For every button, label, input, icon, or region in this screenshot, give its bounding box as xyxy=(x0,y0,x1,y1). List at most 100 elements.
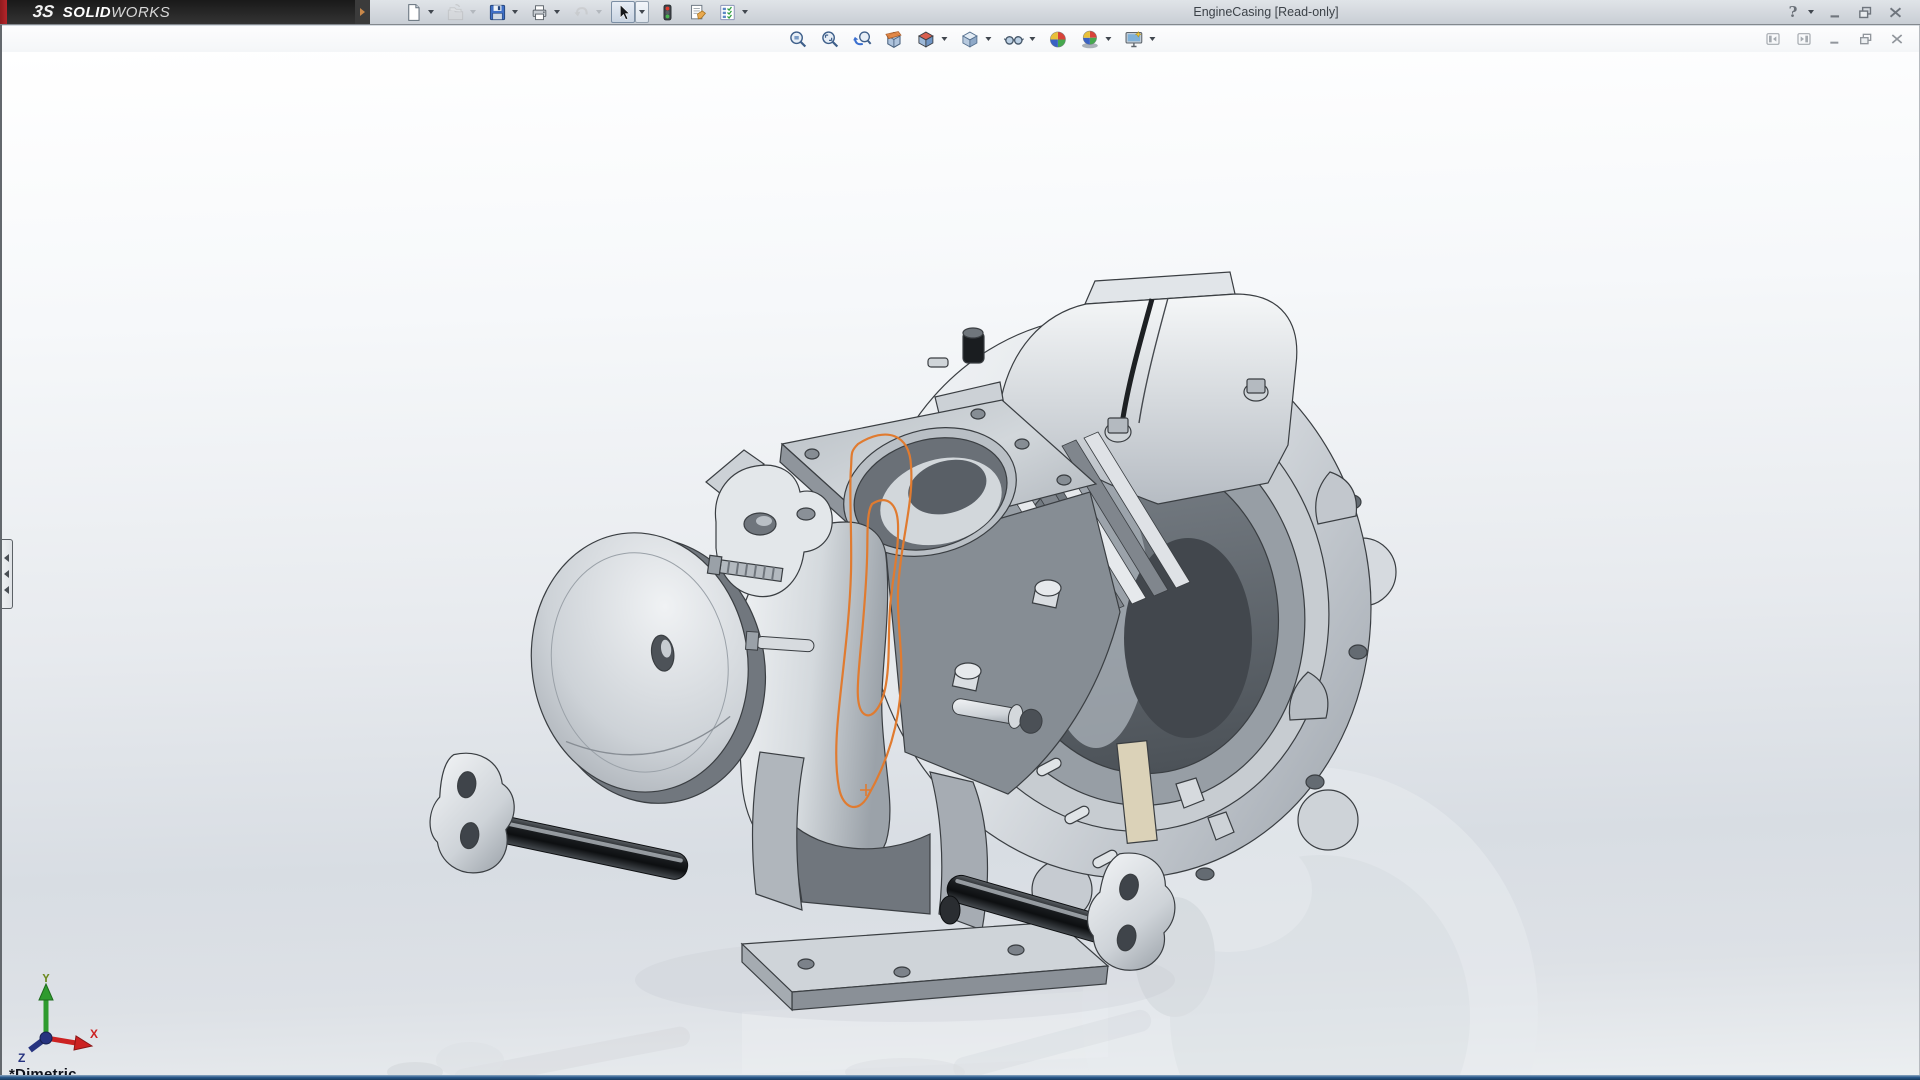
triad-z-label: Z xyxy=(18,1051,25,1065)
document-close-button[interactable] xyxy=(1884,28,1909,50)
triad-x-label: X xyxy=(90,1027,98,1041)
options-button[interactable] xyxy=(715,1,739,23)
document-restore-button[interactable] xyxy=(1853,28,1878,50)
document-title: EngineCasing [Read-only] xyxy=(1193,5,1339,19)
print-dropdown[interactable] xyxy=(551,1,563,23)
triad-y-label: Y xyxy=(42,974,50,985)
rebuild-button[interactable] xyxy=(655,1,679,23)
pane-next-button[interactable] xyxy=(1791,28,1816,50)
zoom-to-fit-button[interactable] xyxy=(784,27,810,51)
undo-dropdown[interactable] xyxy=(593,1,605,23)
open-document-dropdown[interactable] xyxy=(467,1,479,23)
zoom-to-area-button[interactable] xyxy=(816,27,842,51)
view-settings-dropdown[interactable] xyxy=(1146,28,1158,50)
view-orientation-button[interactable] xyxy=(912,27,938,51)
menu-row xyxy=(0,26,1920,52)
help-dropdown[interactable] xyxy=(1805,1,1817,23)
view-orientation-icon xyxy=(915,29,936,50)
view-settings-button[interactable] xyxy=(1120,27,1146,51)
chevron-down-icon xyxy=(470,10,476,14)
minimize-button[interactable] xyxy=(1823,1,1847,23)
chevron-down-icon xyxy=(1149,37,1156,41)
pane-right-icon xyxy=(1796,31,1812,47)
apply-scene-button[interactable] xyxy=(1076,27,1102,51)
apply-scene-icon xyxy=(1079,29,1100,50)
chevron-down-icon xyxy=(554,10,560,14)
orientation-triad: Y X Z xyxy=(18,974,98,1065)
flyout-arrow-icon xyxy=(360,8,365,16)
graphics-viewport[interactable]: Y X Z *Dimetric xyxy=(0,52,1920,1080)
window-border-bottom xyxy=(0,1075,1920,1080)
collapse-arrow-icon xyxy=(3,586,9,594)
logo-mark: 3S xyxy=(31,2,56,21)
print-button[interactable] xyxy=(527,1,551,23)
previous-view-button[interactable] xyxy=(848,27,874,51)
document-controls xyxy=(1757,26,1912,52)
file-properties-button[interactable] xyxy=(685,1,709,23)
view-settings-icon xyxy=(1123,29,1144,50)
pane-left-icon xyxy=(1765,31,1781,47)
collapse-arrow-icon xyxy=(3,554,9,562)
solidworks-logo: 3S SOLID WORKS xyxy=(7,0,355,24)
new-document-dropdown[interactable] xyxy=(425,1,437,23)
chevron-down-icon xyxy=(742,10,748,14)
help-button[interactable]: ? xyxy=(1781,1,1805,23)
chevron-down-icon xyxy=(596,10,602,14)
zoom-to-area-icon xyxy=(819,29,840,50)
logo-brand-light: WORKS xyxy=(111,3,171,21)
file-properties-icon xyxy=(688,3,707,22)
edit-appearance-button[interactable] xyxy=(1044,27,1070,51)
restore-button[interactable] xyxy=(1853,1,1877,23)
logo-brand-bold: SOLID xyxy=(62,3,112,21)
select-cursor-icon xyxy=(614,3,633,22)
titlebar-controls: ? xyxy=(1778,0,1920,24)
save-dropdown[interactable] xyxy=(509,1,521,23)
win-min-icon xyxy=(1827,4,1844,21)
chevron-down-icon xyxy=(941,37,948,41)
save-button[interactable] xyxy=(485,1,509,23)
chevron-down-icon xyxy=(512,10,518,14)
display-style-button[interactable] xyxy=(956,27,982,51)
win-restore-icon xyxy=(1858,31,1874,47)
window-border-left xyxy=(0,25,2,1080)
menu-flyout-tab[interactable] xyxy=(355,0,370,24)
section-view-icon xyxy=(883,29,904,50)
hide-show-items-button[interactable] xyxy=(1000,27,1026,51)
new-document-icon xyxy=(404,3,423,22)
edit-appearance-icon xyxy=(1047,29,1068,50)
document-minimize-button[interactable] xyxy=(1822,28,1847,50)
win-restore-icon xyxy=(1857,4,1874,21)
pane-previous-button[interactable] xyxy=(1760,28,1785,50)
new-document-button[interactable] xyxy=(401,1,425,23)
chevron-down-icon xyxy=(1029,37,1036,41)
win-close-icon xyxy=(1887,4,1904,21)
close-button[interactable] xyxy=(1883,1,1907,23)
model-engine-casing[interactable] xyxy=(0,52,1920,1080)
chevron-down-icon xyxy=(1808,10,1814,14)
win-close-icon xyxy=(1889,31,1905,47)
save-icon xyxy=(488,3,507,22)
section-view-button[interactable] xyxy=(880,27,906,51)
collapse-arrow-icon xyxy=(3,570,9,578)
undo-button[interactable] xyxy=(569,1,593,23)
options-dropdown[interactable] xyxy=(739,1,751,23)
chevron-down-icon xyxy=(985,37,992,41)
help-glyph: ? xyxy=(1788,3,1798,21)
select-button[interactable] xyxy=(611,1,635,23)
hide-show-items-icon xyxy=(1003,29,1024,50)
chevron-down-icon xyxy=(639,10,645,14)
open-document-button[interactable] xyxy=(443,1,467,23)
chevron-down-icon xyxy=(428,10,434,14)
select-dropdown[interactable] xyxy=(635,1,649,23)
previous-view-icon xyxy=(851,29,872,50)
apply-scene-dropdown[interactable] xyxy=(1102,28,1114,50)
win-min-icon xyxy=(1827,31,1843,47)
display-style-dropdown[interactable] xyxy=(982,28,994,50)
hide-show-items-dropdown[interactable] xyxy=(1026,28,1038,50)
print-icon xyxy=(530,3,549,22)
rebuild-traffic-light-icon xyxy=(658,3,677,22)
headsup-toolbar xyxy=(781,26,1161,52)
options-checklist-icon xyxy=(718,3,737,22)
view-orientation-dropdown[interactable] xyxy=(938,28,950,50)
open-document-icon xyxy=(446,3,465,22)
